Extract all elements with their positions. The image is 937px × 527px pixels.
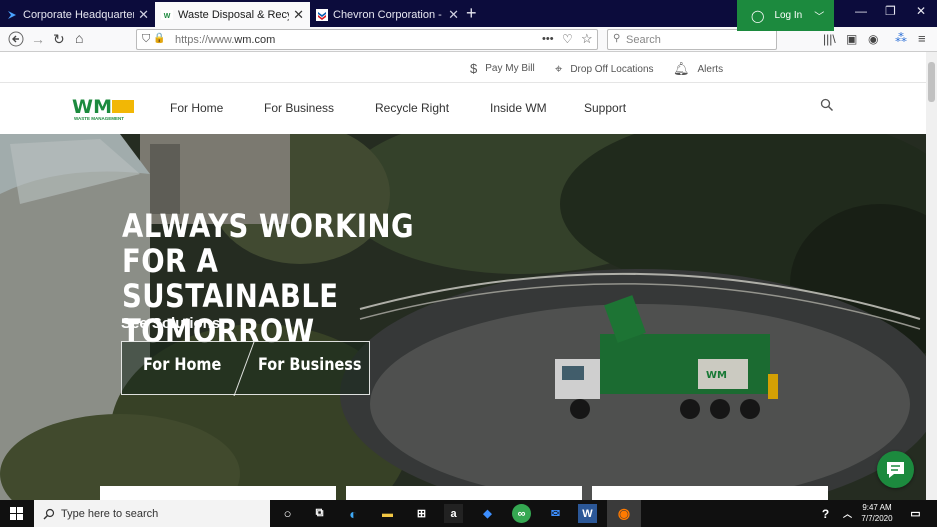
taskbar-search-placeholder: Type here to search: [61, 507, 159, 520]
store-icon[interactable]: ⊞: [412, 504, 431, 523]
pocket-icon[interactable]: ♡: [562, 32, 573, 46]
edge-icon[interactable]: ◐: [344, 504, 363, 523]
for-business-button[interactable]: For Business: [258, 355, 362, 375]
wm-favicon: W: [161, 9, 173, 20]
browser-tab-corporate-headquarters[interactable]: Corporate Headquarters | Great ✕: [0, 2, 155, 27]
url-scheme: https://www.: [175, 33, 235, 46]
browser-tab-wm[interactable]: W Waste Disposal & Recycling | W ✕: [155, 2, 310, 27]
for-home-button[interactable]: For Home: [143, 355, 221, 375]
search-placeholder: Search: [626, 33, 661, 46]
cortana-icon[interactable]: ○: [278, 504, 297, 523]
nav-for-home[interactable]: For Home: [170, 101, 223, 115]
blue-arrow-favicon: [8, 10, 16, 19]
drop-off-locations-link[interactable]: ⌖ Drop Off Locations: [555, 61, 654, 77]
new-tab-icon[interactable]: +: [466, 3, 477, 24]
close-tab-icon[interactable]: ✕: [138, 7, 149, 23]
svg-text:W: W: [164, 13, 171, 20]
browser-tab-chevron[interactable]: Chevron Corporation - Human ✕: [310, 2, 465, 27]
forward-icon[interactable]: →: [31, 31, 45, 47]
svg-text:WASTE MANAGEMENT: WASTE MANAGEMENT: [74, 116, 124, 121]
search-icon: ⚲: [613, 33, 621, 44]
hero-headline-line1: ALWAYS WORKING FOR A: [122, 207, 414, 280]
wm-logo[interactable]: WM WASTE MANAGEMENT: [72, 96, 134, 122]
file-explorer-icon[interactable]: ▬: [378, 504, 397, 523]
help-icon[interactable]: ?: [816, 504, 835, 523]
minimize-icon[interactable]: —: [855, 4, 867, 18]
taskbar-search-box[interactable]: Type here to search: [34, 500, 270, 527]
nav-support[interactable]: Support: [584, 101, 626, 115]
nav-for-business[interactable]: For Business: [264, 101, 334, 115]
amazon-icon[interactable]: a: [444, 504, 463, 523]
chat-button[interactable]: [877, 451, 914, 488]
pay-my-bill-label: Pay My Bill: [485, 63, 535, 74]
scrollbar-thumb[interactable]: [928, 62, 935, 102]
windows-start-icon[interactable]: [10, 507, 23, 520]
task-view-icon[interactable]: ⧉: [310, 504, 329, 523]
bell-icon: 🔔︎: [673, 61, 690, 76]
lock-icon[interactable]: 🔒: [153, 33, 165, 44]
close-tab-icon[interactable]: ✕: [293, 7, 304, 23]
account-icon[interactable]: ◉: [868, 31, 878, 47]
close-tab-icon[interactable]: ✕: [448, 7, 459, 23]
page-scrollbar[interactable]: [926, 52, 937, 500]
search-icon: [43, 508, 55, 520]
reload-icon[interactable]: ↻: [53, 31, 65, 47]
notifications-icon[interactable]: ▭: [906, 504, 925, 523]
dropbox-icon[interactable]: ◆: [478, 504, 497, 523]
user-circle-icon: ◯: [751, 8, 765, 23]
hero-headline-line2: SUSTAINABLE TOMORROW: [122, 277, 339, 350]
main-navigation: [0, 84, 926, 134]
firefox-icon[interactable]: ◉: [607, 500, 641, 527]
location-pin-icon: ⌖: [555, 61, 563, 76]
url-bar[interactable]: ⛉ 🔒 https://www. wm.com ••• ♡ ☆: [136, 29, 598, 50]
url-domain: wm.com: [234, 33, 276, 46]
clock-time: 9:47 AM: [862, 503, 892, 512]
content-card[interactable]: [346, 486, 582, 500]
tab-title: Waste Disposal & Recycling | W: [178, 8, 289, 21]
alerts-link[interactable]: 🔔︎ Alerts: [673, 61, 723, 77]
login-label: Log In: [774, 10, 803, 21]
sidebar-icon[interactable]: ▣: [846, 31, 857, 47]
dollar-icon: $: [470, 61, 478, 76]
close-window-icon[interactable]: ✕: [916, 4, 926, 18]
tray-chevron-icon[interactable]: ︿: [838, 504, 857, 523]
mail-icon[interactable]: ✉: [546, 504, 565, 523]
content-card[interactable]: [592, 486, 828, 500]
content-card[interactable]: [100, 486, 336, 500]
clock-date: 7/7/2020: [861, 514, 893, 523]
menu-icon[interactable]: ≡: [918, 31, 926, 47]
tracking-shield-icon[interactable]: ⛉: [142, 33, 150, 46]
nav-recycle-right[interactable]: Recycle Right: [375, 101, 449, 115]
pay-my-bill-link[interactable]: $ Pay My Bill: [470, 61, 535, 76]
restore-icon[interactable]: ❐: [885, 4, 896, 18]
chat-bubble-icon: [887, 462, 904, 478]
drop-off-label: Drop Off Locations: [570, 63, 654, 75]
login-button[interactable]: ◯ Log In ﹀: [737, 0, 834, 31]
utility-bar: [0, 52, 926, 83]
svg-text:WM: WM: [72, 96, 112, 118]
alerts-label: Alerts: [697, 63, 724, 75]
search-bar[interactable]: ⚲ Search: [607, 29, 777, 50]
page-actions-icon[interactable]: •••: [542, 33, 554, 45]
chevron-down-icon: ﹀: [814, 12, 825, 23]
word-icon[interactable]: W: [578, 504, 597, 523]
library-icon[interactable]: |||\: [823, 31, 836, 47]
see-solutions-label: See Solutions:: [121, 315, 226, 332]
home-icon[interactable]: ⌂: [75, 30, 83, 46]
tab-title: Chevron Corporation - Human: [333, 8, 444, 21]
nav-inside-wm[interactable]: Inside WM: [490, 101, 547, 115]
tripadvisor-icon[interactable]: ∞: [512, 504, 531, 523]
taskbar-clock[interactable]: 9:47 AM 7/7/2020: [858, 502, 896, 524]
extensions-icon[interactable]: ⁂: [895, 30, 907, 46]
bookmark-star-icon[interactable]: ☆: [581, 31, 593, 47]
tab-title: Corporate Headquarters | Great: [23, 8, 134, 21]
back-icon[interactable]: [8, 31, 24, 50]
chevron-favicon: [316, 8, 328, 21]
search-icon[interactable]: [820, 98, 834, 112]
